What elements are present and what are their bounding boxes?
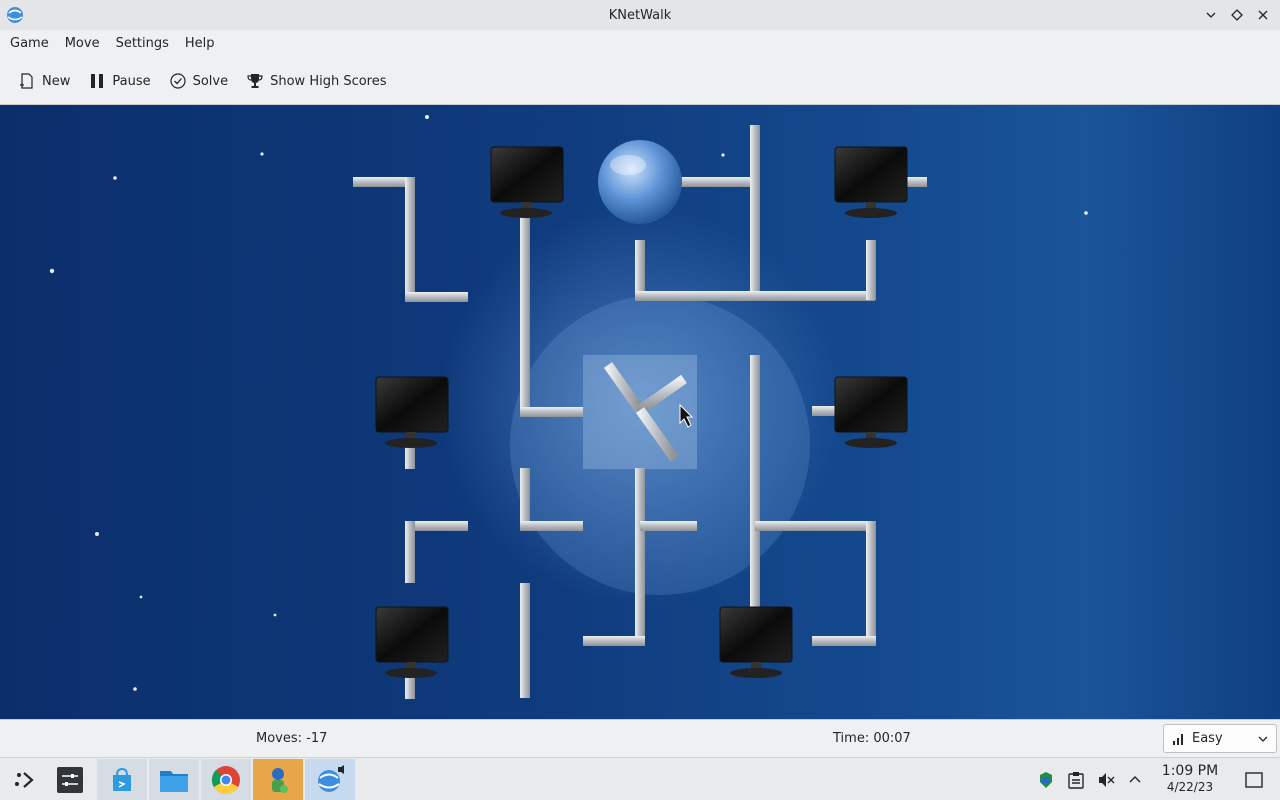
pause-icon [91, 74, 104, 88]
new-document-icon [20, 73, 33, 89]
moves-counter: Moves: -17 [256, 731, 328, 746]
menu-settings[interactable]: Settings [108, 30, 177, 58]
new-game-label: New [42, 73, 71, 89]
system-settings-icon[interactable] [45, 759, 95, 800]
discover-store-icon[interactable] [97, 759, 147, 800]
chrome-browser-icon[interactable] [201, 759, 251, 800]
status-bar: Moves: -17 Time: 00:07 Easy [0, 719, 1280, 757]
expand-tray-icon[interactable] [1124, 758, 1146, 800]
close-icon[interactable] [1252, 4, 1274, 26]
updates-icon[interactable] [1034, 758, 1058, 800]
new-game-button[interactable]: New [10, 64, 78, 98]
minimize-icon[interactable] [1200, 4, 1222, 26]
menu-bar: Game Move Settings Help [0, 30, 1280, 58]
window-title: KNetWalk [608, 7, 672, 23]
computer-tile[interactable] [719, 606, 793, 678]
title-bar: KNetWalk [0, 0, 1280, 30]
show-desktop-icon[interactable] [1242, 758, 1266, 800]
difficulty-value: Easy [1192, 731, 1223, 746]
checkmark-circle-icon [169, 73, 186, 89]
maximize-icon[interactable] [1226, 4, 1248, 26]
pause-button[interactable]: Pause [80, 64, 158, 98]
high-scores-label: Show High Scores [270, 73, 387, 89]
server-globe[interactable] [598, 140, 682, 224]
clock[interactable]: 1:09 PM 4/22/23 [1150, 763, 1230, 795]
pause-label: Pause [112, 73, 151, 89]
file-manager-icon[interactable] [149, 759, 199, 800]
chevron-down-icon [1258, 736, 1268, 742]
time-counter: Time: 00:07 [833, 731, 911, 746]
game-board[interactable] [0, 105, 1280, 719]
signal-bars-icon [1173, 733, 1183, 745]
window-controls [1200, 4, 1274, 26]
computer-tile[interactable] [375, 376, 449, 448]
taskbar: 1:09 PM 4/22/23 [0, 757, 1280, 800]
knetwalk-icon[interactable] [305, 759, 355, 800]
clipboard-icon[interactable] [1064, 758, 1088, 800]
difficulty-select[interactable]: Easy [1163, 724, 1277, 753]
volume-muted-icon[interactable] [1094, 758, 1118, 800]
computer-tile[interactable] [490, 146, 564, 218]
application-launcher-icon[interactable] [0, 759, 50, 800]
menu-game[interactable]: Game [2, 30, 57, 58]
computer-tile[interactable] [375, 606, 449, 678]
menu-help[interactable]: Help [177, 30, 223, 58]
solve-button[interactable]: Solve [161, 64, 237, 98]
menu-move[interactable]: Move [57, 30, 108, 58]
solve-label: Solve [192, 73, 229, 89]
trophy-icon [247, 74, 263, 88]
clock-date: 4/22/23 [1166, 780, 1214, 794]
high-scores-button[interactable]: Show High Scores [238, 64, 394, 98]
toolbar: New Pause Solve Show High Scores [0, 58, 1280, 105]
clock-time: 1:09 PM [1161, 763, 1219, 779]
computer-tile[interactable] [834, 146, 908, 218]
computer-tile[interactable] [834, 376, 908, 448]
knetwalk-globe-icon[interactable] [4, 4, 26, 26]
network-app-icon[interactable] [253, 759, 303, 800]
